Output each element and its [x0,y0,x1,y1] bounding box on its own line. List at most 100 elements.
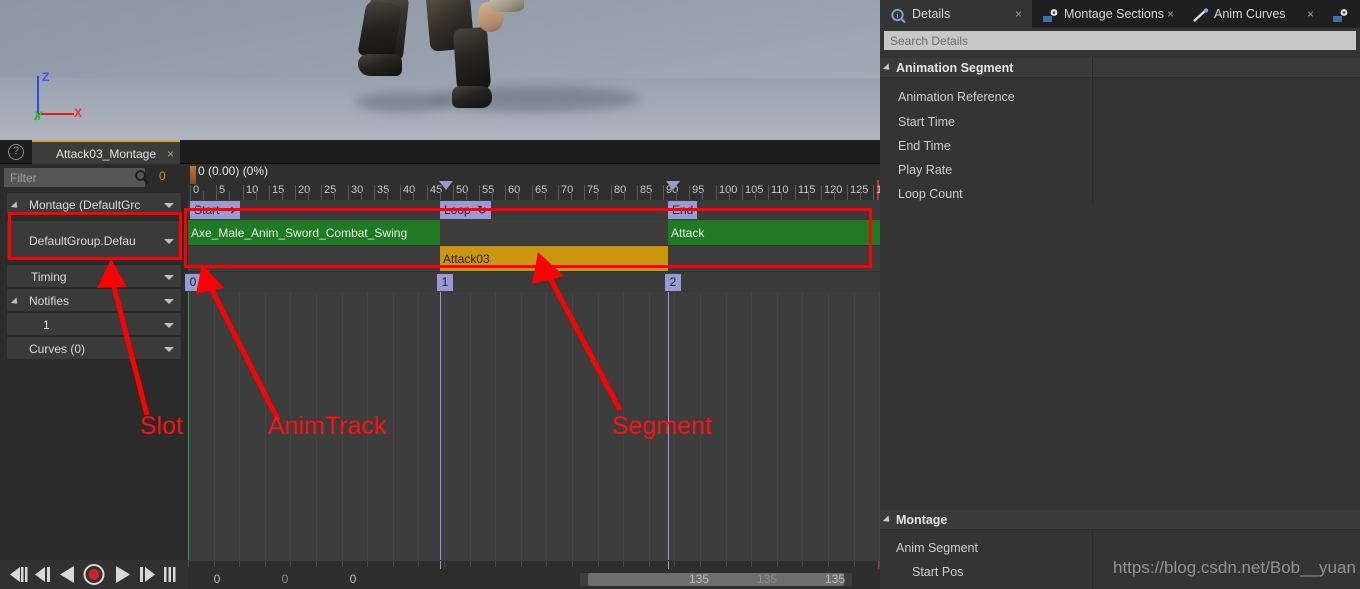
close-icon[interactable]: × [1015,0,1022,28]
tab-montage-sections[interactable]: Montage Sections × [1032,0,1184,28]
ruler-tick [847,185,848,200]
playhead-marker-loop[interactable] [439,181,453,190]
ruler-tick [269,185,270,200]
record-icon[interactable] [82,563,106,586]
scrub-tick [649,561,650,567]
close-icon[interactable]: × [1307,0,1314,28]
tab-anim-curves[interactable]: Anim Curves × [1184,0,1322,28]
property-label-play-rate: Play Rate [898,163,953,177]
track-row-notify-1[interactable]: 1 [6,312,182,336]
ruler-tick [768,185,769,200]
ruler-tick [663,185,664,200]
grid-column [854,292,855,560]
grid-column [751,292,752,560]
grid-column [726,292,727,560]
section-index-2[interactable]: 2 [665,274,681,291]
category-header-animation-segment[interactable]: Animation Segment [880,58,1360,78]
play-icon[interactable] [110,563,134,586]
viewport-3d[interactable]: Z X Y [0,0,880,140]
left-pane: Z X Y ? Attack03_Montage × Filter 0 Mont… [0,0,968,589]
annotation-label-segment: Segment [612,412,713,440]
tab-details[interactable]: i Details × [880,0,1032,28]
ruler-tick-minor [308,191,309,200]
filter-input[interactable] [4,168,145,187]
viewport-axis-gizmo: Z X Y [26,68,90,123]
scrub-strip[interactable]: 0 0 0 135 135 135 [188,560,880,589]
transport-buttons [6,563,188,586]
section-index-1[interactable]: 1 [437,274,453,291]
app-root: Z X Y ? Attack03_Montage × Filter 0 Mont… [0,0,1360,589]
sections-icon [1042,6,1059,22]
ruler-tick-minor [334,191,335,200]
scrub-tick [290,561,291,567]
tab-attack03-montage[interactable]: Attack03_Montage × [32,140,180,164]
scrub-tick [726,561,727,567]
filter-bar: 0 [4,166,184,188]
section-marker-bar[interactable]: Start ➜ Loop ↻ End [188,200,880,220]
search-icon[interactable] [134,169,150,185]
track-row-defaultgroup-slot[interactable]: DefaultGroup.Defau [6,220,182,260]
step-back-icon[interactable] [31,563,55,586]
expand-caret-icon[interactable] [882,515,893,525]
segment-track-band[interactable]: Attack03 [188,246,880,272]
section-label-loop: Loop [444,203,471,217]
help-icon[interactable]: ? [8,144,24,160]
section-tag-loop[interactable]: Loop ↻ [440,201,492,219]
anim-segment-sword-combat-swing[interactable]: Axe_Male_Anim_Sword_Combat_Swing [188,220,440,245]
step-back-begin-icon[interactable] [6,563,30,586]
scrub-tick [623,561,624,567]
watermark-text: https://blog.csdn.net/Bob__yuan [1113,558,1356,577]
expand-caret-icon[interactable] [882,63,893,73]
scrub-tick [342,561,343,567]
chevron-down-icon[interactable] [164,347,174,352]
track-row-montage[interactable]: Montage (DefaultGrc [6,192,182,216]
category-header-montage[interactable]: Montage [880,510,1360,530]
track-label-slot: DefaultGroup.Defau [29,234,136,248]
tab-details-label: Details [912,7,951,21]
step-forward-end-icon[interactable] [161,563,185,586]
track-row-curves[interactable]: Curves (0) [6,336,182,360]
scrub-tick [470,561,471,567]
ruler-tick [479,185,480,200]
ruler-tick [400,185,401,200]
expand-caret-icon[interactable] [10,201,21,211]
chevron-down-icon[interactable] [164,323,174,328]
search-details-input[interactable] [884,31,1356,50]
track-row-notifies[interactable]: Notifies [6,288,182,312]
track-list-panel: 0 Montage (DefaultGrc DefaultGroup.Defau… [0,164,188,560]
ruler-label: 5 [219,184,226,196]
chevron-down-icon[interactable] [164,203,174,208]
anim-segment-attack[interactable]: Attack [668,220,880,245]
character-cuff [490,0,524,12]
playhead-marker-end[interactable] [666,181,680,190]
tab-overflow-button[interactable] [1322,0,1360,28]
chevron-down-icon[interactable] [164,239,174,244]
section-tag-start[interactable]: Start ➜ [190,201,240,219]
grid-column [239,292,240,560]
filter-count: 0 [159,169,166,183]
chevron-down-icon[interactable] [164,299,174,304]
chevron-down-icon[interactable] [164,275,174,280]
ruler-tick [532,185,533,200]
scrub-tick [777,561,778,567]
grid-column [495,292,496,560]
ruler-label: 0 [193,184,200,196]
close-icon[interactable]: × [1167,0,1174,28]
segment-attack03[interactable]: Attack03 [440,246,668,271]
anim-track-band[interactable]: Axe_Male_Anim_Sword_Combat_Swing Attack [188,220,880,246]
play-reverse-icon[interactable] [56,563,80,586]
timeline-start-handle[interactable] [190,166,196,184]
grid-column [521,292,522,560]
timeline-loop-line [440,292,441,560]
step-forward-icon[interactable] [136,563,160,586]
section-index-0[interactable]: 0 [185,274,201,291]
close-icon[interactable]: × [167,142,174,166]
section-tag-end[interactable]: End [668,201,698,219]
scrub-tick [751,561,752,567]
track-row-timing[interactable]: Timing [6,264,182,288]
expand-caret-icon[interactable] [10,297,21,307]
scrub-tick [265,561,266,567]
timeline-panel[interactable]: 0 (0.00) (0%) 0 5 10 15 20 25 30 35 40 45 50 55 60 65… [185,164,894,560]
property-row-anim-segment: Anim Segment [880,536,1360,560]
timeline-ruler[interactable]: 0 (0.00) (0%) 0 5 10 15 20 25 30 35 40 45 50 55 60 65… [188,164,894,200]
